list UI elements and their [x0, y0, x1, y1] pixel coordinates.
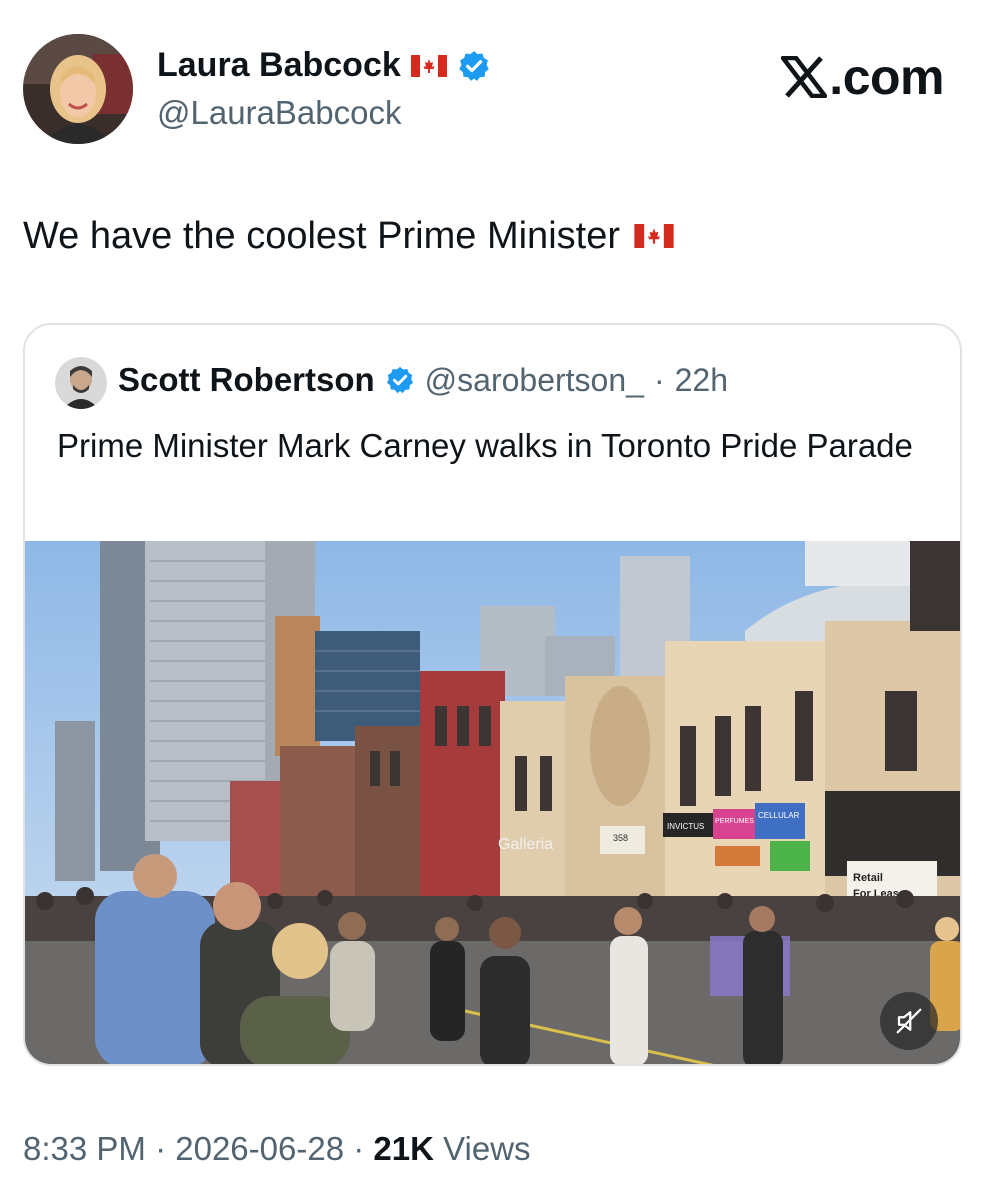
mute-toggle-button[interactable] — [880, 992, 938, 1050]
canada-flag-icon — [634, 224, 674, 248]
sign-perfumes: PERFUMES — [715, 818, 754, 825]
tweet-text: We have the coolest Prime Minister — [23, 212, 674, 260]
sign-invictus: INVICTUS — [667, 822, 704, 831]
author-avatar[interactable] — [23, 34, 133, 144]
tweet-meta: 8:33 PM · 2026-06-28 · 21K Views — [23, 1130, 531, 1168]
parade-video-frame: Galleria 358 INVICTUS PERFUMES CELLULAR … — [25, 541, 960, 1064]
tweet-text-body: We have the coolest Prime Minister — [23, 215, 620, 257]
meta-separator: · — [353, 1130, 365, 1167]
sign-number: 358 — [613, 833, 628, 843]
quoted-separator: · — [653, 361, 665, 398]
quoted-author-handle[interactable]: @sarobertson_ — [425, 362, 644, 399]
quoted-tweet-card[interactable]: Scott Robertson @sarobertson_ · 22h Prim… — [23, 323, 962, 1066]
canada-flag-icon — [410, 54, 447, 77]
sign-galleria: Galleria — [498, 836, 553, 853]
author-avatar-image — [23, 34, 133, 144]
x-logo-icon — [781, 56, 828, 98]
brand-domain-text: .com — [829, 49, 944, 105]
author-handle[interactable]: @LauraBabcock — [157, 94, 401, 132]
author-name[interactable]: Laura Babcock — [157, 46, 401, 85]
tweet-date[interactable]: 2026-06-28 — [175, 1130, 344, 1167]
verified-badge-icon — [386, 366, 413, 394]
quoted-author-avatar[interactable] — [55, 357, 107, 409]
sign-retail: Retail — [853, 872, 883, 884]
meta-separator: · — [155, 1130, 167, 1167]
quoted-author-name[interactable]: Scott Robertson — [118, 361, 375, 399]
author-name-row[interactable]: Laura Babcock — [157, 46, 491, 85]
quoted-avatar-image — [55, 357, 107, 409]
verified-badge-icon — [459, 50, 489, 81]
views-count[interactable]: 21K — [373, 1130, 434, 1167]
speaker-muted-icon — [896, 1008, 922, 1034]
quoted-tweet-text: Prime Minister Mark Carney walks in Toro… — [57, 427, 913, 464]
quoted-video[interactable]: Galleria 358 INVICTUS PERFUMES CELLULAR … — [25, 541, 960, 1064]
tweet-time[interactable]: 8:33 PM — [23, 1130, 146, 1167]
views-label: Views — [443, 1130, 531, 1167]
x-brand: .com — [781, 48, 944, 106]
quoted-age[interactable]: 22h — [675, 362, 728, 399]
quoted-header: Scott Robertson @sarobertson_ · 22h — [118, 361, 728, 399]
sign-cellular: CELLULAR — [758, 811, 800, 820]
